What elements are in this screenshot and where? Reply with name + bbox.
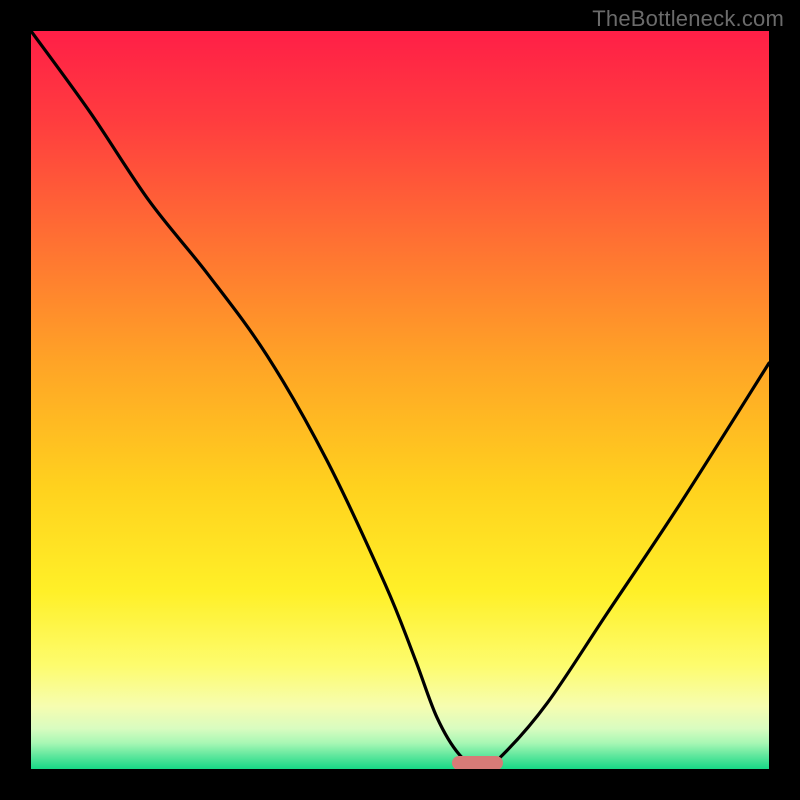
plot-area bbox=[31, 31, 769, 769]
attribution-text: TheBottleneck.com bbox=[592, 6, 784, 32]
bottleneck-curve bbox=[31, 31, 769, 769]
optimal-range-marker bbox=[452, 756, 504, 769]
chart-frame: TheBottleneck.com bbox=[0, 0, 800, 800]
